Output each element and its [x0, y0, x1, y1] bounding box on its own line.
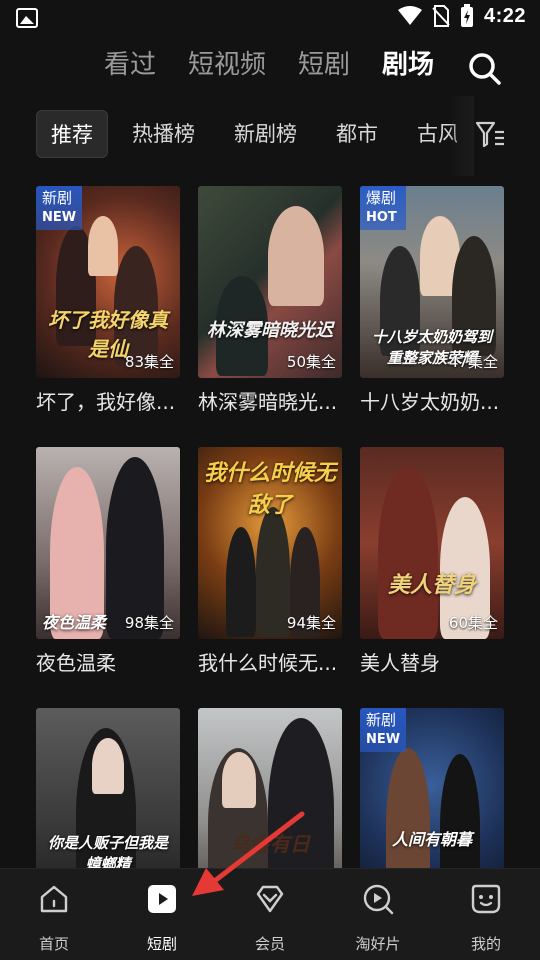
top-tabs: 看过 短视频 短剧 剧场 [0, 46, 540, 86]
drama-poster[interactable]: 坏了我好像真是仙 新剧 NEW 83集全 [36, 186, 180, 378]
tab-theater[interactable]: 剧场 [382, 46, 434, 84]
new-badge: 新剧 NEW [360, 708, 406, 752]
nav-label: 首页 [38, 935, 69, 953]
drama-title[interactable]: 我什么时候无... [198, 647, 348, 676]
new-badge: 新剧 NEW [36, 186, 82, 230]
no-sim-icon [432, 5, 450, 27]
gallery-notification-icon [16, 8, 38, 28]
episode-count: 83集全 [124, 353, 174, 371]
filter-icon[interactable] [474, 118, 506, 150]
category-fade [448, 96, 474, 176]
drama-title[interactable]: 美人替身 [360, 647, 510, 676]
tab-short-video[interactable]: 短视频 [188, 46, 266, 84]
home-icon [40, 885, 68, 913]
episode-count: 47集全 [448, 353, 498, 371]
episode-count: 60集全 [448, 614, 498, 632]
nav-short-drama[interactable]: 短剧 [108, 869, 216, 960]
episode-count: 98集全 [124, 614, 174, 632]
hot-badge: 爆剧 HOT [360, 186, 406, 230]
badge-label-en: NEW [42, 210, 77, 225]
poster-title-art: 林深雾暗晓光迟 [207, 320, 333, 341]
smile-face-icon [471, 884, 501, 914]
play-icon [148, 885, 176, 913]
poster-title-art: 我什么时候无敌了 [204, 460, 337, 518]
badge-label: 新剧 [42, 189, 73, 207]
drama-poster[interactable]: 夜色温柔 98集全 [36, 447, 180, 639]
search-play-icon [363, 884, 394, 915]
category-hot-list[interactable]: 热播榜 [132, 110, 195, 158]
status-bar: 4:22 [0, 0, 540, 36]
episode-count: 50集全 [286, 353, 336, 371]
tab-watched[interactable]: 看过 [104, 46, 156, 84]
drama-title[interactable]: 夜色温柔 [36, 647, 186, 676]
nav-label: 我的 [470, 935, 501, 953]
category-recommended[interactable]: 推荐 [36, 110, 108, 158]
drama-title[interactable]: 林深雾暗晓光... [198, 386, 348, 415]
poster-title-art: 人间有朝暮 [391, 830, 472, 849]
nav-vip[interactable]: 会员 [216, 869, 324, 960]
episode-count: 94集全 [286, 614, 336, 632]
poster-title-art: 美人替身 [387, 572, 476, 598]
diamond-icon [256, 885, 284, 913]
nav-label: 会员 [254, 935, 285, 953]
drama-title[interactable]: 十八岁太奶奶... [360, 386, 510, 415]
drama-poster[interactable]: 十八岁太奶奶驾到重整家族荣耀 爆剧 HOT 47集全 [360, 186, 504, 378]
battery-charging-icon [460, 4, 473, 27]
category-new-list[interactable]: 新剧榜 [234, 110, 297, 158]
nav-label: 短剧 [146, 935, 177, 953]
wifi-icon [397, 6, 422, 25]
category-urban[interactable]: 都市 [336, 110, 378, 158]
status-time: 4:22 [483, 4, 526, 27]
badge-label-en: NEW [366, 732, 401, 747]
tab-short-drama[interactable]: 短剧 [298, 46, 350, 84]
nav-home[interactable]: 首页 [0, 869, 108, 960]
nav-mine[interactable]: 我的 [432, 869, 540, 960]
drama-title[interactable]: 坏了，我好像... [36, 386, 186, 415]
search-icon[interactable] [466, 50, 502, 86]
badge-label-en: HOT [366, 210, 397, 225]
nav-label: 淘好片 [355, 935, 401, 953]
badge-label: 爆剧 [366, 189, 397, 207]
drama-poster[interactable]: 美人替身 60集全 [360, 447, 504, 639]
badge-label: 新剧 [366, 711, 397, 729]
drama-poster[interactable]: 我什么时候无敌了 94集全 [198, 447, 342, 639]
drama-poster[interactable]: 林深雾暗晓光迟 50集全 [198, 186, 342, 378]
poster-title-art: 乌金有日 [230, 832, 310, 856]
bottom-nav: 首页 短剧 会员 淘好片 我的 [0, 868, 540, 960]
nav-discover[interactable]: 淘好片 [324, 869, 432, 960]
